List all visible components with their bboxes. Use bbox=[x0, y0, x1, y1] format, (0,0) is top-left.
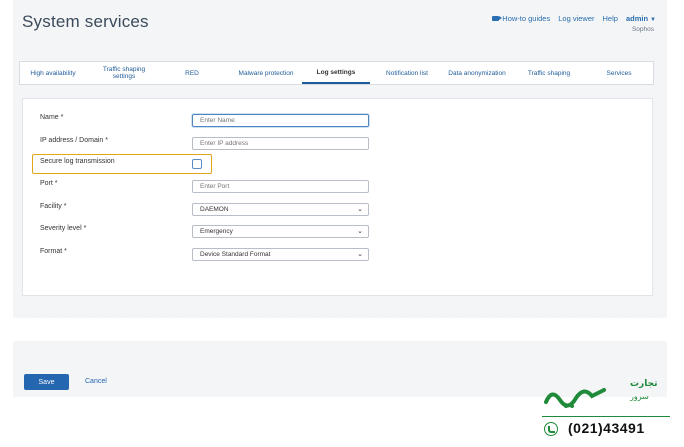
form-card bbox=[22, 98, 653, 296]
facility-select[interactable]: DAEMON ⌄ bbox=[192, 203, 369, 216]
logo-tagline-top: تجارت bbox=[630, 378, 658, 388]
page-title: System services bbox=[22, 12, 149, 31]
tab-services[interactable]: Services bbox=[594, 62, 644, 84]
video-icon bbox=[492, 16, 503, 21]
tab-data-anonymization[interactable]: Data anonymization bbox=[442, 62, 512, 84]
tab-red[interactable]: RED bbox=[172, 62, 212, 84]
format-value: Device Standard Format bbox=[200, 251, 271, 258]
logo-divider bbox=[542, 416, 670, 417]
tab-notification-list[interactable]: Notification list bbox=[378, 62, 436, 84]
facility-label: Facility * bbox=[40, 203, 67, 210]
chevron-down-icon: ⌄ bbox=[357, 206, 363, 213]
format-select[interactable]: Device Standard Format ⌄ bbox=[192, 248, 369, 261]
port-input[interactable] bbox=[192, 180, 369, 193]
name-label: Name * bbox=[40, 114, 64, 121]
tab-traffic-shaping[interactable]: Traffic shaping bbox=[520, 62, 578, 84]
phone-icon bbox=[544, 422, 558, 436]
save-button[interactable]: Save bbox=[24, 374, 69, 390]
top-links: How-to guides Log viewer Help admin ▼ bbox=[492, 14, 656, 23]
secure-log-checkbox[interactable] bbox=[192, 159, 202, 169]
tab-log-settings[interactable]: Log settings bbox=[302, 62, 370, 84]
secure-log-label: Secure log transmission bbox=[40, 158, 115, 165]
user-menu[interactable]: admin ▼ bbox=[626, 14, 656, 23]
tab-high-availability[interactable]: High availability bbox=[22, 62, 84, 84]
chevron-down-icon: ▼ bbox=[650, 17, 656, 23]
name-input[interactable] bbox=[192, 114, 369, 127]
phone-number: (021)43491 bbox=[568, 420, 645, 436]
torn-edge bbox=[13, 307, 667, 319]
facility-value: DAEMON bbox=[200, 206, 229, 213]
ip-label: IP address / Domain * bbox=[40, 137, 108, 144]
chevron-down-icon: ⌄ bbox=[357, 228, 363, 235]
tab-malware-protection[interactable]: Malware protection bbox=[230, 62, 302, 84]
howto-link[interactable]: How-to guides bbox=[492, 14, 550, 23]
ip-input[interactable] bbox=[192, 137, 369, 150]
format-label: Format * bbox=[40, 248, 67, 255]
cancel-button[interactable]: Cancel bbox=[85, 378, 107, 385]
user-name: admin bbox=[625, 14, 649, 23]
chevron-down-icon: ⌄ bbox=[357, 251, 363, 258]
severity-value: Emergency bbox=[200, 228, 233, 235]
howto-label: How-to guides bbox=[502, 14, 551, 23]
brand-logo: تجارت سرور (021)43491 bbox=[540, 372, 680, 444]
port-label: Port * bbox=[40, 180, 58, 187]
org-name: Sophos bbox=[631, 26, 654, 33]
tab-bar: High availability Traffic shaping settin… bbox=[19, 61, 654, 85]
severity-select[interactable]: Emergency ⌄ bbox=[192, 225, 369, 238]
logo-mark-icon bbox=[544, 388, 606, 408]
help-link[interactable]: Help bbox=[603, 14, 618, 23]
severity-label: Severity level * bbox=[40, 225, 87, 232]
logo-tagline-bottom: سرور bbox=[630, 392, 649, 401]
log-viewer-link[interactable]: Log viewer bbox=[558, 14, 594, 23]
tab-traffic-shaping-settings[interactable]: Traffic shaping settings bbox=[96, 62, 152, 84]
